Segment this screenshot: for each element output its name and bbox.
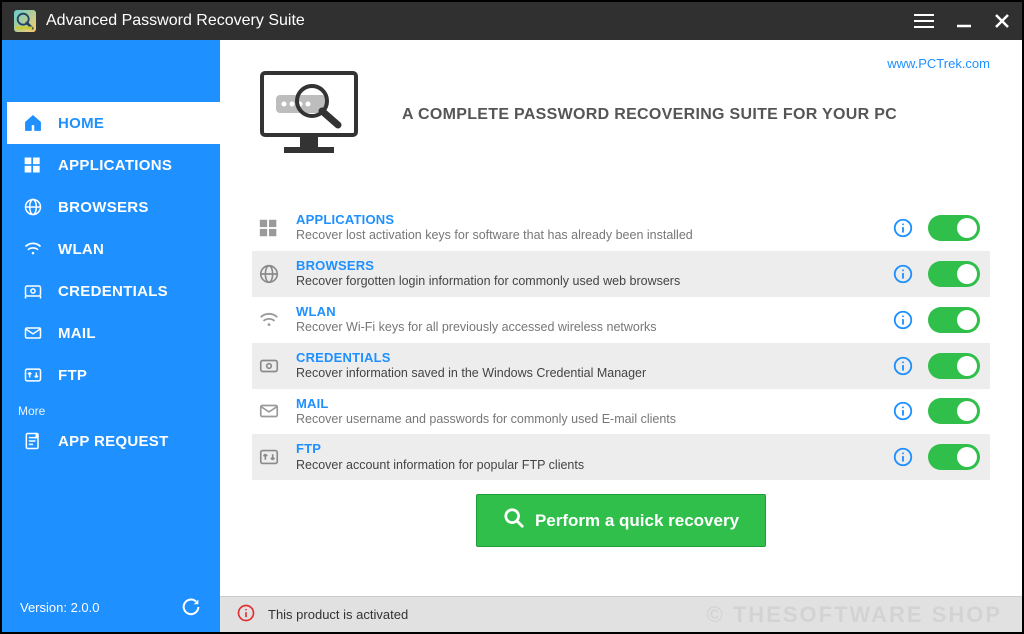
category-desc: Recover Wi-Fi keys for all previously ac…	[296, 320, 878, 336]
hero-monitor-icon	[252, 65, 372, 165]
category-row-mail: MAIL Recover username and passwords for …	[252, 389, 990, 435]
category-title: FTP	[296, 441, 878, 457]
globe-icon	[256, 261, 282, 287]
perform-wrap: Perform a quick recovery	[252, 494, 990, 547]
toggle-mail[interactable]	[928, 398, 980, 424]
category-desc: Recover username and passwords for commo…	[296, 412, 878, 428]
mail-icon	[256, 398, 282, 424]
minimize-button[interactable]	[956, 13, 972, 29]
sidebar-item-wlan[interactable]: WLAN	[2, 228, 220, 270]
toggle-credentials[interactable]	[928, 353, 980, 379]
ftp-icon	[256, 444, 282, 470]
sidebar-item-applications[interactable]: APPLICATIONS	[2, 144, 220, 186]
app-title: Advanced Password Recovery Suite	[46, 12, 892, 30]
sidebar-item-label: WLAN	[58, 241, 104, 258]
menu-button[interactable]	[914, 13, 934, 29]
category-title: MAIL	[296, 396, 878, 412]
windows-icon	[256, 215, 282, 241]
mail-icon	[22, 322, 44, 344]
info-button[interactable]	[892, 263, 914, 285]
request-icon	[22, 430, 44, 452]
windows-icon	[22, 154, 44, 176]
sidebar-item-browsers[interactable]: BROWSERS	[2, 186, 220, 228]
sidebar-item-mail[interactable]: MAIL	[2, 312, 220, 354]
wifi-icon	[256, 307, 282, 333]
sidebar-item-ftp[interactable]: FTP	[2, 354, 220, 396]
category-list: APPLICATIONS Recover lost activation key…	[252, 205, 990, 480]
info-button[interactable]	[892, 309, 914, 331]
statusbar: This product is activated © THESOFTWARE …	[220, 596, 1022, 632]
sidebar-item-label: APP REQUEST	[58, 433, 169, 450]
main-panel: www.PCTrek.com A C	[220, 40, 1022, 632]
category-row-applications: APPLICATIONS Recover lost activation key…	[252, 205, 990, 251]
globe-icon	[22, 196, 44, 218]
category-row-credentials: CREDENTIALS Recover information saved in…	[252, 343, 990, 389]
sidebar-item-credentials[interactable]: CREDENTIALS	[2, 270, 220, 312]
search-icon	[503, 507, 525, 534]
body: HOME APPLICATIONS BROWSERS	[2, 40, 1022, 632]
toggle-ftp[interactable]	[928, 444, 980, 470]
toggle-applications[interactable]	[928, 215, 980, 241]
sidebar-item-home[interactable]: HOME	[2, 102, 220, 144]
credentials-icon	[22, 280, 44, 302]
status-info-icon	[236, 603, 256, 626]
sidebar-item-label: MAIL	[58, 325, 96, 342]
info-button[interactable]	[892, 446, 914, 468]
perform-button-label: Perform a quick recovery	[535, 511, 739, 531]
refresh-button[interactable]	[180, 596, 202, 618]
sidebar-item-label: HOME	[58, 115, 104, 132]
home-icon	[22, 112, 44, 134]
hero-headline: A COMPLETE PASSWORD RECOVERING SUITE FOR…	[402, 106, 897, 124]
category-desc: Recover lost activation keys for softwar…	[296, 228, 878, 244]
main-content: www.PCTrek.com A C	[220, 40, 1022, 596]
hero: A COMPLETE PASSWORD RECOVERING SUITE FOR…	[252, 65, 990, 165]
app-logo-icon	[14, 10, 36, 32]
sidebar-item-app-request[interactable]: APP REQUEST	[2, 420, 220, 462]
category-desc: Recover account information for popular …	[296, 458, 878, 474]
credentials-icon	[256, 353, 282, 379]
sidebar: HOME APPLICATIONS BROWSERS	[2, 40, 220, 632]
perform-recovery-button[interactable]: Perform a quick recovery	[476, 494, 766, 547]
sidebar-item-label: BROWSERS	[58, 199, 149, 216]
sidebar-nav: HOME APPLICATIONS BROWSERS	[2, 102, 220, 462]
category-row-ftp: FTP Recover account information for popu…	[252, 434, 990, 480]
info-button[interactable]	[892, 355, 914, 377]
category-row-wlan: WLAN Recover Wi-Fi keys for all previous…	[252, 297, 990, 343]
category-title: APPLICATIONS	[296, 212, 878, 228]
toggle-browsers[interactable]	[928, 261, 980, 287]
sidebar-item-label: CREDENTIALS	[58, 283, 168, 300]
wifi-icon	[22, 238, 44, 260]
info-button[interactable]	[892, 217, 914, 239]
category-desc: Recover information saved in the Windows…	[296, 366, 878, 382]
toggle-wlan[interactable]	[928, 307, 980, 333]
status-message: This product is activated	[268, 607, 408, 622]
version-label: Version: 2.0.0	[20, 600, 100, 615]
category-title: BROWSERS	[296, 258, 878, 274]
info-button[interactable]	[892, 400, 914, 422]
category-title: WLAN	[296, 304, 878, 320]
app-window: Advanced Password Recovery Suite HOME	[0, 0, 1024, 634]
titlebar: Advanced Password Recovery Suite	[2, 2, 1022, 40]
sidebar-footer: Version: 2.0.0	[2, 586, 220, 632]
sidebar-item-label: APPLICATIONS	[58, 157, 172, 174]
sidebar-item-label: FTP	[58, 367, 87, 384]
sidebar-more-label: More	[2, 396, 220, 420]
vendor-link[interactable]: www.PCTrek.com	[887, 56, 990, 71]
ftp-icon	[22, 364, 44, 386]
category-row-browsers: BROWSERS Recover forgotten login informa…	[252, 251, 990, 297]
watermark: © THESOFTWARE SHOP	[707, 602, 1002, 628]
close-button[interactable]	[994, 13, 1010, 29]
category-title: CREDENTIALS	[296, 350, 878, 366]
category-desc: Recover forgotten login information for …	[296, 274, 878, 290]
